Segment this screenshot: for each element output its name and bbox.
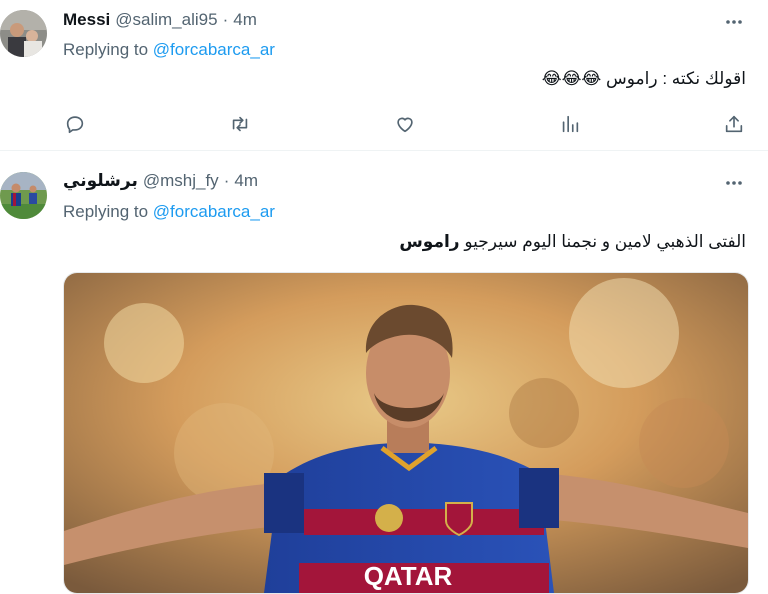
tweet-header: برشلوني @mshj_fy · 4m	[63, 170, 258, 192]
replying-handle-link[interactable]: @forcabarca_ar	[153, 202, 275, 221]
tweet-text-bold: راموس	[399, 232, 460, 251]
tweet-photo[interactable]: QATAR	[63, 272, 749, 594]
author-name[interactable]: برشلوني	[63, 171, 138, 191]
timestamp[interactable]: 4m	[234, 171, 258, 191]
tweet-2[interactable]: برشلوني @mshj_fy · 4m Replying to @forca…	[0, 0, 768, 594]
replying-prefix: Replying to	[63, 202, 149, 221]
tweet-text-main: الفتى الذهبي لامين و نجمنا اليوم سيرجيو	[464, 232, 746, 251]
tweet-text: الفتى الذهبي لامين و نجمنا اليوم سيرجيو …	[399, 232, 746, 252]
jersey-sponsor-text: QATAR	[364, 561, 453, 591]
author-handle[interactable]: @mshj_fy	[143, 171, 219, 191]
separator: ·	[223, 171, 230, 190]
more-icon[interactable]	[722, 171, 746, 195]
avatar[interactable]	[0, 172, 47, 219]
replying-to: Replying to @forcabarca_ar	[63, 202, 275, 222]
